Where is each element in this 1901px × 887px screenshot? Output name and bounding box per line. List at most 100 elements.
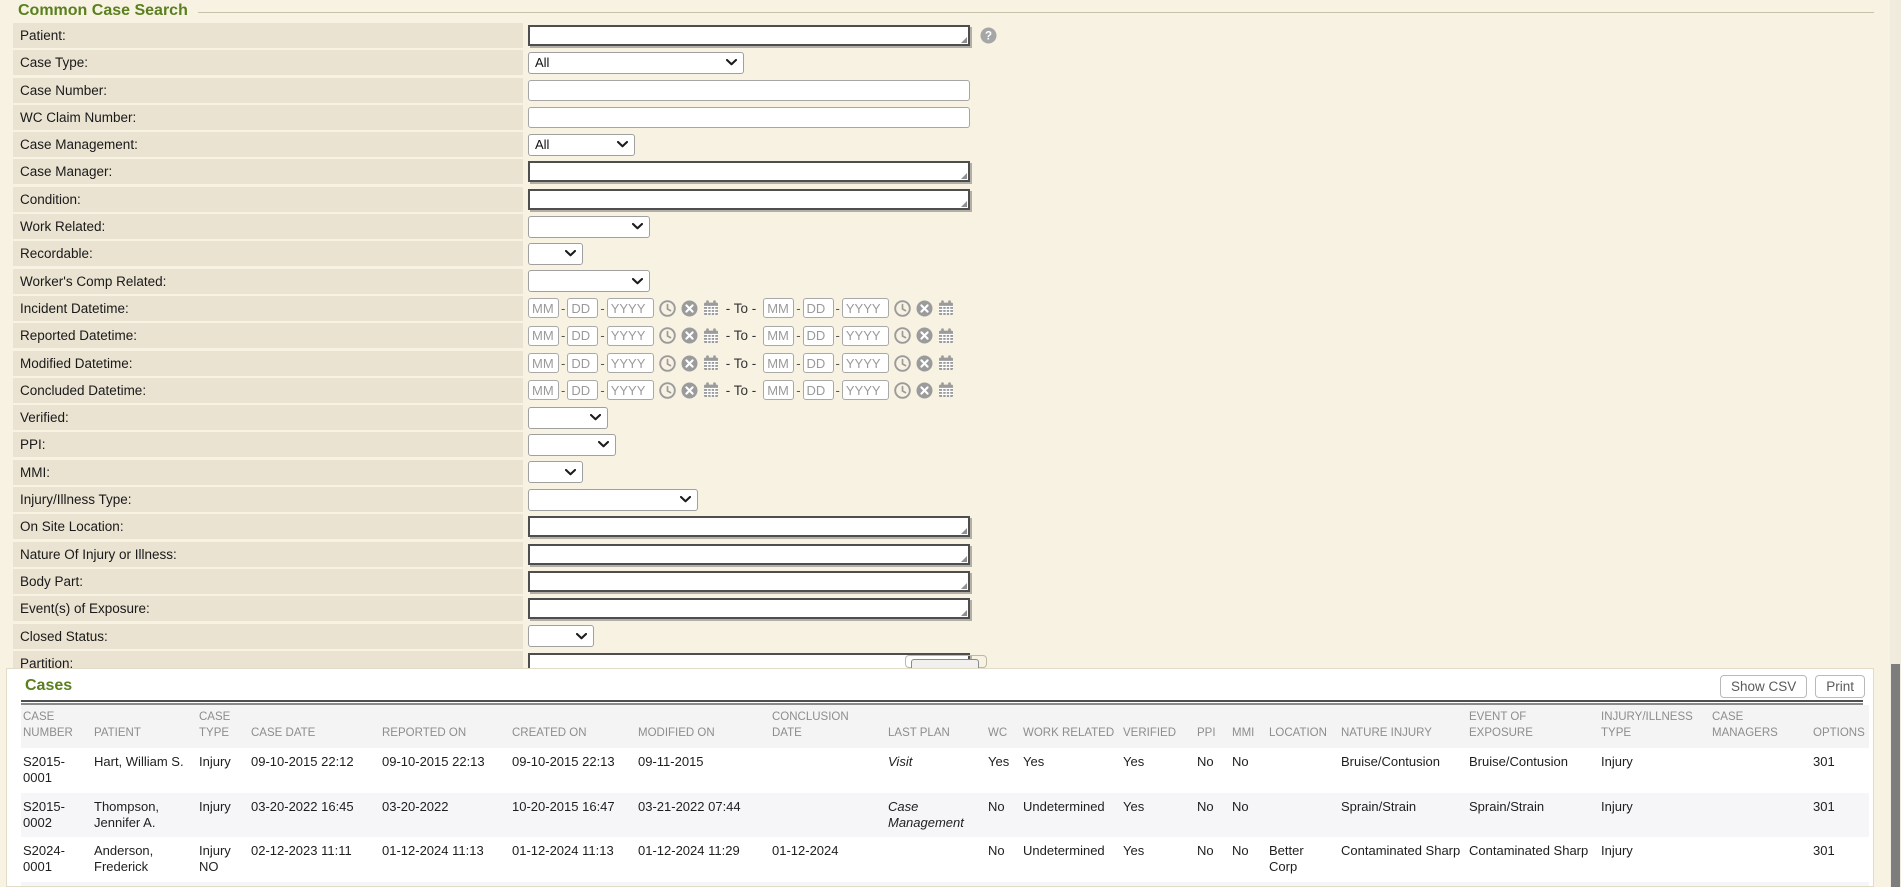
- reported-datetime-to-dd-input[interactable]: [803, 326, 834, 346]
- clear-icon[interactable]: [681, 355, 698, 372]
- help-icon[interactable]: ?: [980, 27, 997, 44]
- modified-datetime-from-dd-input[interactable]: [567, 353, 598, 373]
- incident-datetime-to-mm-input[interactable]: [763, 298, 794, 318]
- table-row: S2015-0002Thompson, Jennifer A.Injury03-…: [21, 793, 1869, 838]
- cell-case-date: 02-12-2023 11:11: [251, 837, 382, 882]
- on-site-location-input-wrap: [528, 516, 970, 537]
- print-button[interactable]: Print: [1815, 675, 1865, 698]
- column-header-location: LOCATION: [1269, 705, 1341, 748]
- cell-case-number: S2015-0002: [21, 793, 94, 838]
- case-type-select[interactable]: All: [528, 52, 744, 74]
- mmi-select[interactable]: [528, 461, 583, 483]
- clock-icon[interactable]: [659, 382, 676, 399]
- modified-datetime-to-yyyy-input[interactable]: [842, 353, 889, 373]
- reported-datetime-from-mm-input[interactable]: [528, 326, 559, 346]
- body-part-input[interactable]: [528, 571, 970, 592]
- clear-icon[interactable]: [916, 327, 933, 344]
- reported-datetime-to-group: --: [763, 326, 954, 346]
- incident-datetime-to-dd-input[interactable]: [803, 298, 834, 318]
- date-separator: -: [796, 383, 800, 398]
- clock-icon[interactable]: [659, 327, 676, 344]
- events-of-exposure-input[interactable]: [528, 598, 970, 619]
- clear-icon[interactable]: [916, 355, 933, 372]
- cell-options[interactable]: 301: [1813, 748, 1869, 793]
- show-csv-button[interactable]: Show CSV: [1720, 675, 1807, 698]
- verified-select[interactable]: [528, 407, 608, 429]
- clock-icon[interactable]: [894, 327, 911, 344]
- on-site-location-input[interactable]: [528, 516, 970, 537]
- date-separator: -: [836, 328, 840, 343]
- case-number-field: [528, 78, 970, 103]
- clock-icon[interactable]: [894, 300, 911, 317]
- concluded-datetime-to-dd-input[interactable]: [803, 380, 834, 400]
- reported-datetime-from-dd-input[interactable]: [567, 326, 598, 346]
- modified-datetime-from-mm-input[interactable]: [528, 353, 559, 373]
- modified-datetime-to-mm-input[interactable]: [763, 353, 794, 373]
- incident-datetime-from-dd-input[interactable]: [567, 298, 598, 318]
- case-number-input[interactable]: [528, 80, 970, 101]
- calendar-icon[interactable]: [938, 382, 954, 398]
- reported-datetime-to-yyyy-input[interactable]: [842, 326, 889, 346]
- ppi-select[interactable]: [528, 434, 616, 456]
- chevron-down-icon: [565, 469, 576, 476]
- calendar-icon[interactable]: [938, 355, 954, 371]
- condition-input[interactable]: [528, 189, 970, 210]
- cell-options[interactable]: 301: [1813, 793, 1869, 838]
- clear-icon[interactable]: [681, 300, 698, 317]
- calendar-icon[interactable]: [703, 300, 719, 316]
- case-management-select[interactable]: All: [528, 134, 635, 156]
- clock-icon[interactable]: [659, 300, 676, 317]
- calendar-icon[interactable]: [703, 355, 719, 371]
- workers-comp-related-select[interactable]: [528, 270, 650, 292]
- cell-last-plan: Visit: [888, 748, 988, 793]
- modified-datetime-from-yyyy-input[interactable]: [607, 353, 654, 373]
- calendar-icon[interactable]: [703, 382, 719, 398]
- table-row: S2024-0001Anderson, FrederickInjury NO02…: [21, 837, 1869, 882]
- clock-icon[interactable]: [659, 355, 676, 372]
- clock-icon[interactable]: [894, 382, 911, 399]
- form-row-closed-status: Closed Status:: [13, 624, 1884, 649]
- svg-text:?: ?: [985, 31, 992, 43]
- case-manager-input[interactable]: [528, 161, 970, 182]
- wc-claim-number-input[interactable]: [528, 107, 970, 128]
- calendar-icon[interactable]: [938, 300, 954, 316]
- concluded-datetime-from-dd-input[interactable]: [567, 380, 598, 400]
- patient-input[interactable]: [528, 25, 970, 46]
- clear-icon[interactable]: [916, 382, 933, 399]
- cell-wc: No: [988, 837, 1023, 882]
- cell-patient: Hart, William S.: [94, 748, 199, 793]
- incident-datetime-from-mm-input[interactable]: [528, 298, 559, 318]
- concluded-datetime-from-mm-input[interactable]: [528, 380, 559, 400]
- nature-of-injury-input[interactable]: [528, 544, 970, 565]
- incident-datetime-from-yyyy-input[interactable]: [607, 298, 654, 318]
- cell-patient: Thompson, Jennifer A.: [94, 793, 199, 838]
- cell-last-plan: Case Management: [888, 793, 988, 838]
- modified-datetime-to-dd-input[interactable]: [803, 353, 834, 373]
- closed-status-select[interactable]: [528, 625, 594, 647]
- concluded-datetime-from-yyyy-input[interactable]: [607, 380, 654, 400]
- work-related-select[interactable]: [528, 216, 650, 238]
- calendar-icon[interactable]: [703, 328, 719, 344]
- mmi-field: [528, 460, 583, 485]
- clear-icon[interactable]: [916, 300, 933, 317]
- vertical-scrollbar[interactable]: [1890, 0, 1901, 887]
- vertical-scrollbar-thumb[interactable]: [1891, 664, 1900, 887]
- injury-illness-type-field: [528, 487, 698, 512]
- incident-datetime-to-yyyy-input[interactable]: [842, 298, 889, 318]
- form-row-wc-claim-number: WC Claim Number:: [13, 105, 1884, 130]
- concluded-datetime-to-mm-input[interactable]: [763, 380, 794, 400]
- reported-datetime-to-mm-input[interactable]: [763, 326, 794, 346]
- injury-illness-type-select[interactable]: [528, 489, 698, 511]
- cell-options[interactable]: 301: [1813, 837, 1869, 882]
- recordable-select[interactable]: [528, 243, 583, 265]
- calendar-icon[interactable]: [938, 328, 954, 344]
- cell-verified: Yes: [1123, 748, 1197, 793]
- clock-icon[interactable]: [894, 355, 911, 372]
- cell-location: [1269, 748, 1341, 793]
- concluded-datetime-to-yyyy-input[interactable]: [842, 380, 889, 400]
- reported-datetime-from-yyyy-input[interactable]: [607, 326, 654, 346]
- clear-icon[interactable]: [681, 327, 698, 344]
- clear-icon[interactable]: [681, 382, 698, 399]
- cell-verified: Yes: [1123, 837, 1197, 882]
- form-row-events-of-exposure: Event(s) of Exposure:: [13, 596, 1884, 621]
